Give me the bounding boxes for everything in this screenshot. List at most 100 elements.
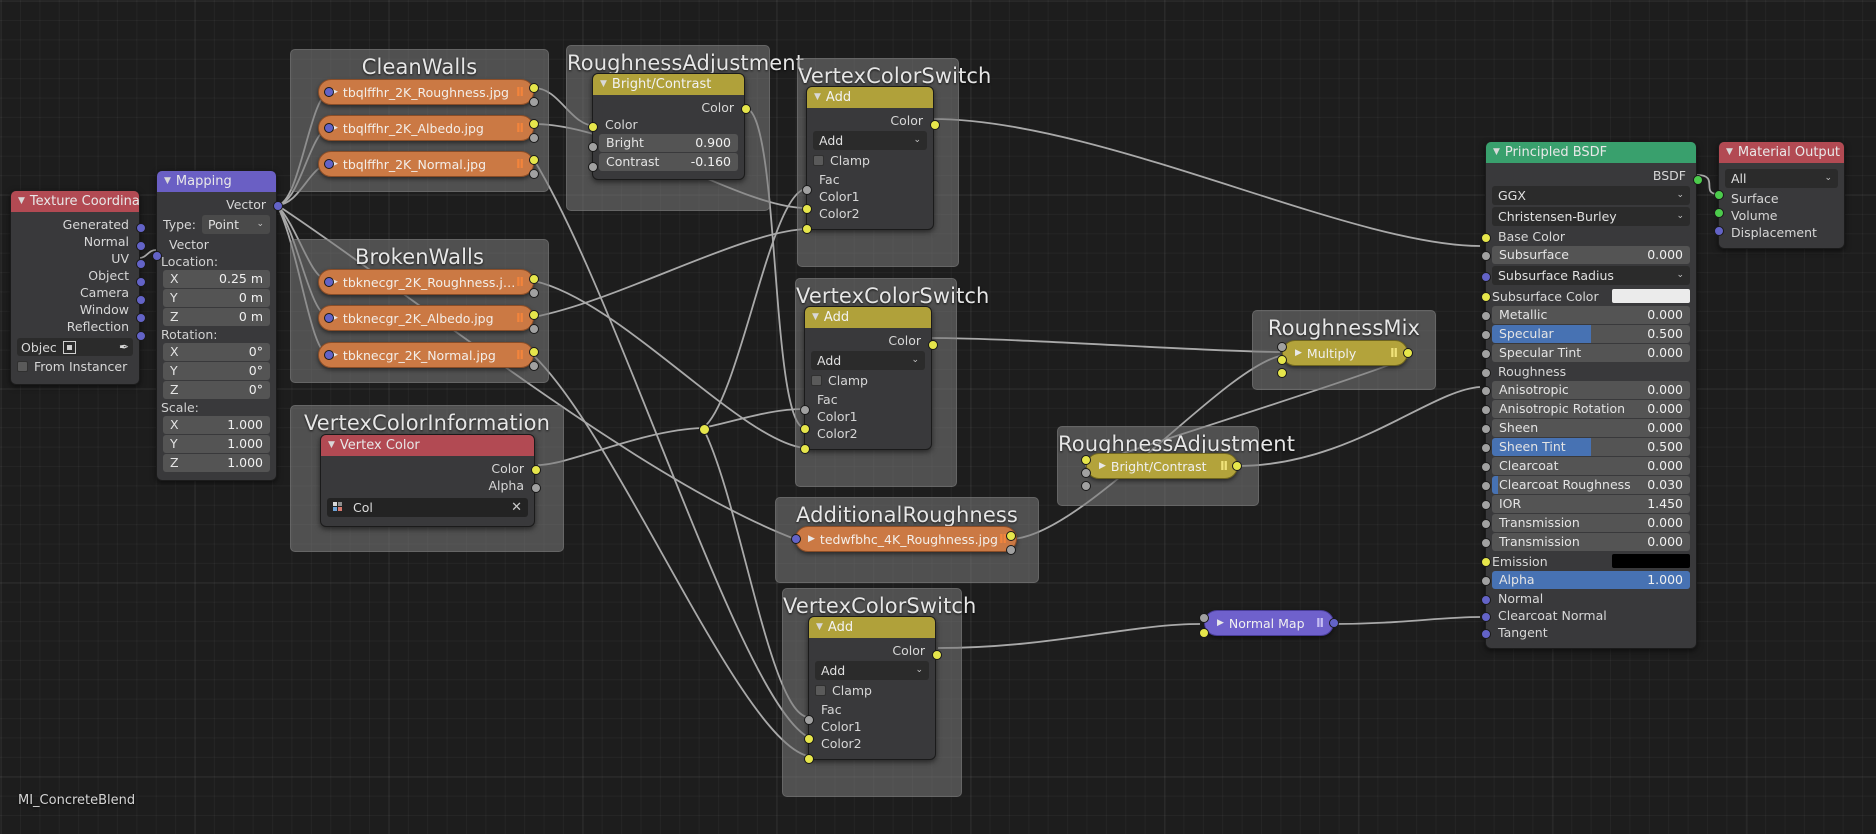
node-vertex-color[interactable]: ▼ Vertex Color Color Alpha Col ✕ [320, 434, 541, 527]
socket-in-broken-albedo-vector[interactable] [324, 313, 334, 323]
output-mix-3-color[interactable]: Color [815, 642, 929, 659]
socket-in-clean-albedo-vector[interactable] [324, 123, 334, 133]
socket-in-subsurface-radius[interactable] [1481, 271, 1491, 282]
socket-in-clearcoat[interactable] [1481, 462, 1491, 472]
socket-in-clean-roughness-vector[interactable] [324, 87, 334, 97]
socket-in-mix-2-fac[interactable] [800, 405, 810, 415]
socket-in-mix-3-color1[interactable] [804, 734, 814, 744]
scale-x-field[interactable]: X 1.000 [163, 416, 270, 434]
socket-out-clean-normal-alpha[interactable] [529, 169, 539, 179]
input-mix-1-color1[interactable]: Color1 [813, 188, 927, 205]
checkbox-icon[interactable] [17, 361, 28, 372]
contrast-field[interactable]: Contrast -0.160 [599, 153, 738, 171]
bsdf-clearcoat-normal-input[interactable]: Clearcoat Normal [1492, 607, 1690, 624]
bsdf-subsurface-radius-dropdown[interactable]: Subsurface Radius ⌄ [1492, 266, 1690, 285]
input-mix-3-fac[interactable]: Fac [815, 701, 929, 718]
input-mix-2-color1[interactable]: Color1 [811, 408, 925, 425]
collapse-triangle-icon[interactable]: ▼ [1493, 142, 1500, 163]
input-volume[interactable]: Volume [1725, 207, 1838, 224]
socket-in-normalmap-color[interactable] [1199, 628, 1209, 638]
socket-out-mapping-vector[interactable] [273, 201, 283, 211]
node-header-mix-2[interactable]: ▼ Add [805, 307, 931, 328]
socket-out-uv[interactable] [136, 259, 146, 269]
expand-triangle-icon[interactable]: ▶ [1295, 348, 1302, 358]
mix-3-operation-dropdown[interactable]: Add ⌄ [815, 661, 929, 680]
output-window[interactable]: Window [17, 301, 133, 318]
socket-out-additional-roughness-alpha[interactable] [1006, 545, 1016, 555]
node-mix-rgb-roughness[interactable]: ▶ Multiply II [1282, 340, 1408, 366]
object-picker-field[interactable]: Objec ✒ [17, 338, 133, 356]
pause-icon[interactable]: II [1316, 616, 1324, 630]
socket-in-surface[interactable] [1714, 190, 1724, 200]
socket-out-mix-3-color[interactable] [932, 650, 942, 660]
socket-in-anisotropic[interactable] [1481, 386, 1491, 396]
pause-icon[interactable]: II [516, 85, 524, 99]
socket-in-bc-top-bright[interactable] [588, 142, 598, 152]
socket-out-broken-albedo-alpha[interactable] [529, 324, 539, 334]
socket-in-anisotropic-rotation[interactable] [1481, 405, 1491, 415]
input-mix-1-fac[interactable]: Fac [813, 171, 927, 188]
output-vector[interactable]: Vector [163, 196, 270, 213]
output-generated[interactable]: Generated [17, 216, 133, 233]
pause-icon[interactable]: II [516, 275, 524, 289]
expand-triangle-icon[interactable]: ▶ [808, 534, 815, 544]
socket-in-transmission[interactable] [1481, 519, 1491, 529]
node-editor-canvas[interactable]: CleanWalls BrokenWalls VertexColorInform… [0, 0, 1876, 834]
bsdf-tangent-input[interactable]: Tangent [1492, 624, 1690, 641]
socket-in-additional-roughness-vector[interactable] [791, 534, 801, 544]
from-instancer-checkbox[interactable]: From Instancer [17, 358, 133, 375]
socket-in-mix-1-color1[interactable] [802, 204, 812, 214]
pause-icon[interactable]: II [516, 157, 524, 171]
socket-in-sheen-tint[interactable] [1481, 443, 1491, 453]
rotation-x-field[interactable]: X 0° [163, 343, 270, 361]
socket-out-clean-albedo-color[interactable] [529, 119, 539, 129]
socket-out-camera[interactable] [136, 295, 146, 305]
node-header-vertex-color[interactable]: ▼ Vertex Color [321, 435, 534, 456]
input-mix-1-color2[interactable]: Color2 [813, 205, 927, 222]
socket-out-mix-1-color[interactable] [930, 120, 940, 130]
output-vertex-color[interactable]: Color [327, 460, 528, 477]
bsdf-color-swatch[interactable] [1612, 554, 1690, 568]
pause-icon[interactable]: II [1390, 346, 1398, 360]
socket-out-object[interactable] [136, 277, 146, 287]
node-texture-clean-albedo[interactable]: ▶ tbqlffhr_2K_Albedo.jpg II [318, 115, 534, 141]
socket-in-base-color[interactable] [1481, 232, 1491, 243]
bsdf-clearcoat-slider[interactable]: Clearcoat 0.000 [1492, 457, 1690, 475]
bsdf-alpha-slider[interactable]: Alpha 1.000 [1492, 571, 1690, 589]
mix-3-clamp-checkbox[interactable]: Clamp [815, 682, 929, 699]
output-bc-color[interactable]: Color [599, 99, 738, 116]
output-uv[interactable]: UV [17, 250, 133, 267]
node-header-mapping[interactable]: ▼ Mapping [157, 171, 276, 192]
socket-out-vc-color[interactable] [531, 465, 541, 475]
socket-in-transmission-roughness[interactable] [1481, 538, 1491, 548]
socket-in-clearcoat-roughness[interactable] [1481, 481, 1491, 491]
socket-in-specular-tint[interactable] [1481, 349, 1491, 359]
socket-in-mix-1-color2[interactable] [802, 224, 812, 234]
bsdf-anisotropic-rotation-slider[interactable]: Anisotropic Rotation 0.000 [1492, 400, 1690, 418]
socket-in-bc-bottom-contrast[interactable] [1081, 481, 1091, 491]
node-mapping[interactable]: ▼ Mapping Vector Type: Point ⌄ Vector Loc… [152, 170, 283, 481]
subsurface-method-dropdown[interactable]: Christensen-Burley ⌄ [1492, 207, 1690, 226]
scale-y-field[interactable]: Y 1.000 [163, 435, 270, 453]
socket-in-bc-top-color[interactable] [588, 122, 598, 132]
bsdf-metallic-slider[interactable]: Metallic 0.000 [1492, 306, 1690, 324]
socket-in-specular[interactable] [1481, 330, 1491, 340]
node-mix-rgb-3[interactable]: ▼ Add Color Add ⌄ Clamp Fac Color1 Color2 [804, 616, 942, 764]
socket-in-mapping-vector[interactable] [152, 251, 162, 261]
socket-out-bsdf[interactable] [1693, 175, 1703, 185]
bsdf-specular-tint-slider[interactable]: Specular Tint 0.000 [1492, 344, 1690, 362]
mix-2-operation-dropdown[interactable]: Add ⌄ [811, 351, 925, 370]
collapse-triangle-icon[interactable]: ▼ [812, 307, 819, 328]
socket-in-sheen[interactable] [1481, 424, 1491, 434]
socket-out-bc-bottom-color[interactable] [1232, 461, 1242, 471]
socket-out-clean-normal-color[interactable] [529, 155, 539, 165]
bsdf-clearcoat-roughness-slider[interactable]: Clearcoat Roughness 0.030 [1492, 476, 1690, 494]
socket-in-roughnessmix-fac[interactable] [1277, 342, 1287, 352]
socket-out-clean-roughness-color[interactable] [529, 83, 539, 93]
input-bc-color[interactable]: Color [599, 116, 738, 133]
location-y-field[interactable]: Y 0 m [163, 289, 270, 307]
input-mix-3-color1[interactable]: Color1 [815, 718, 929, 735]
socket-out-broken-roughness-alpha[interactable] [529, 288, 539, 298]
pause-icon[interactable]: II [1220, 459, 1228, 473]
close-icon[interactable]: ✕ [511, 500, 522, 515]
